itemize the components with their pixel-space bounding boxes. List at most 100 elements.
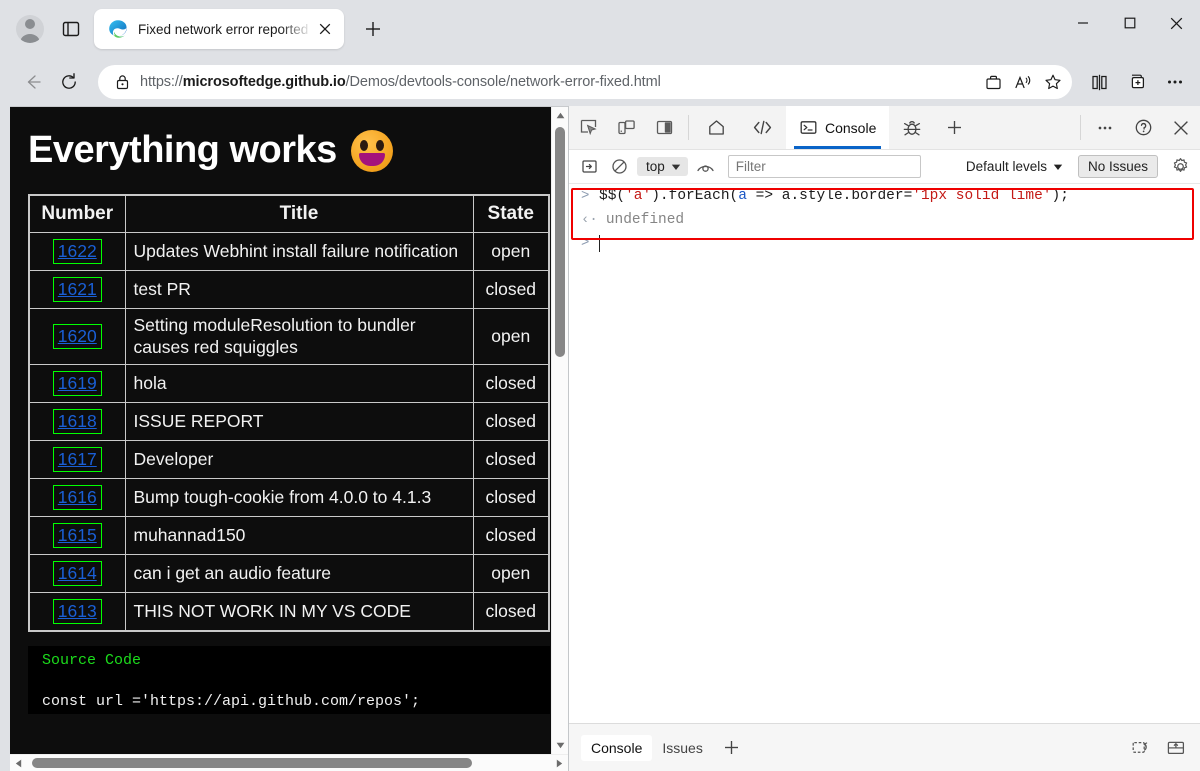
console-filter-input[interactable] (728, 155, 921, 178)
console-result-line: ‹· undefined (569, 208, 1200, 232)
minimize-button[interactable] (1059, 0, 1106, 46)
page-title: Everything works (28, 129, 550, 172)
refresh-icon (59, 72, 79, 92)
close-window-button[interactable] (1153, 0, 1200, 46)
collections-icon[interactable] (978, 68, 1008, 96)
issue-number-link[interactable]: 1614 (53, 561, 102, 586)
clear-console-icon[interactable] (605, 155, 633, 179)
issues-table: Number Title State 1622 Updates Webhint … (28, 194, 550, 632)
issue-number-link[interactable]: 1622 (53, 239, 102, 264)
settings-more-icon[interactable] (1158, 65, 1192, 99)
scroll-left-arrow-icon[interactable] (10, 755, 27, 771)
devtools-tab-elements[interactable] (739, 106, 786, 149)
console-output-prompt: ‹· (581, 211, 598, 230)
issue-number-link[interactable]: 1618 (53, 409, 102, 434)
scrollbar-thumb[interactable] (32, 758, 472, 768)
issue-title: Setting moduleResolution to bundler caus… (125, 309, 473, 365)
table-row: 1614 can i get an audio feature open (29, 555, 549, 593)
devtools-tab-home[interactable] (694, 106, 739, 149)
devtools-tab-console[interactable]: Console (786, 106, 889, 149)
back-arrow-icon (23, 72, 43, 92)
issue-number-link[interactable]: 1619 (53, 371, 102, 396)
edge-logo-icon (108, 19, 128, 39)
scroll-down-arrow-icon[interactable] (552, 737, 568, 754)
new-tab-button[interactable] (356, 12, 390, 46)
page-vertical-scrollbar[interactable] (551, 107, 568, 754)
chevron-down-icon (1053, 163, 1063, 171)
home-icon (707, 118, 726, 137)
live-expression-icon[interactable] (692, 155, 720, 179)
plus-icon (364, 20, 382, 38)
refresh-button[interactable] (52, 65, 86, 99)
devtools-tab-console-label: Console (825, 120, 876, 136)
device-emulation-icon[interactable] (609, 111, 643, 144)
back-button[interactable] (16, 65, 50, 99)
column-header-title: Title (125, 195, 473, 233)
tab-close-button[interactable] (312, 16, 338, 42)
profile-button[interactable] (10, 9, 50, 49)
console-input-prompt: > (581, 187, 591, 206)
read-aloud-icon[interactable] (1008, 68, 1038, 96)
console-sidebar-icon[interactable] (575, 155, 603, 179)
log-levels-dropdown[interactable]: Default levels (960, 157, 1069, 176)
dock-side-icon[interactable] (647, 111, 681, 144)
inspect-element-icon[interactable] (571, 111, 605, 144)
log-levels-label: Default levels (966, 159, 1047, 174)
maximize-button[interactable] (1106, 0, 1153, 46)
scroll-up-arrow-icon[interactable] (552, 107, 568, 124)
address-bar[interactable]: https://microsoftedge.github.io/Demos/de… (98, 65, 1072, 99)
page-horizontal-scrollbar[interactable] (10, 754, 568, 771)
tab-strip: Fixed network error reported in C (0, 0, 1200, 58)
tab-actions-button[interactable] (54, 12, 88, 46)
plus-icon (946, 119, 963, 136)
split-screen-icon[interactable] (1082, 65, 1116, 99)
issue-number-link[interactable]: 1616 (53, 485, 102, 510)
issue-number-link[interactable]: 1613 (53, 599, 102, 624)
dock-drawer-icon[interactable] (1160, 734, 1192, 762)
issue-state: open (473, 309, 549, 365)
issue-state: closed (473, 403, 549, 441)
grinning-face-emoji (351, 130, 393, 172)
column-header-state: State (473, 195, 549, 233)
issue-title: can i get an audio feature (125, 555, 473, 593)
devtools-add-tab-button[interactable] (937, 111, 971, 144)
close-icon (319, 23, 331, 35)
add-collection-icon[interactable] (1120, 65, 1154, 99)
issue-title: test PR (125, 271, 473, 309)
refresh-drawer-icon[interactable] (1124, 734, 1156, 762)
site-info-lock-icon[interactable] (112, 74, 132, 90)
table-row: 1615 muhannad150 closed (29, 517, 549, 555)
help-icon[interactable] (1126, 111, 1160, 144)
issues-status-button[interactable]: No Issues (1078, 155, 1158, 178)
close-devtools-icon[interactable] (1164, 111, 1198, 144)
devtools-tabbar: Console (569, 106, 1200, 150)
source-code-line: const url ='https://api.github.com/repos… (42, 693, 536, 710)
source-code-block: Source Code const url ='https://api.gith… (28, 646, 550, 714)
settings-gear-icon[interactable] (1166, 155, 1194, 179)
table-row: 1617 Developer closed (29, 441, 549, 479)
javascript-context-selector[interactable]: top (637, 157, 688, 176)
issue-title: Bump tough-cookie from 4.0.0 to 4.1.3 (125, 479, 473, 517)
browser-tab[interactable]: Fixed network error reported in C (94, 9, 344, 49)
console-toolbar: top Default levels No Issues (569, 150, 1200, 184)
console-output-area[interactable]: > $$('a').forEach(a => a.style.border='1… (569, 184, 1200, 723)
issue-number-link[interactable]: 1621 (53, 277, 102, 302)
issue-number-link[interactable]: 1617 (53, 447, 102, 472)
table-row: 1620 Setting moduleResolution to bundler… (29, 309, 549, 365)
issue-title: ISSUE REPORT (125, 403, 473, 441)
more-options-icon[interactable] (1088, 111, 1122, 144)
scrollbar-thumb[interactable] (555, 127, 565, 357)
drawer-tab-console[interactable]: Console (581, 735, 652, 761)
drawer-add-tab-button[interactable] (717, 734, 747, 762)
drawer-tab-issues[interactable]: Issues (652, 735, 712, 761)
issue-number-link[interactable]: 1620 (53, 324, 102, 349)
issue-number-link[interactable]: 1615 (53, 523, 102, 548)
issue-state: open (473, 233, 549, 271)
minimize-icon (1077, 17, 1089, 29)
favorite-star-icon[interactable] (1038, 68, 1068, 96)
close-icon (1170, 17, 1183, 30)
scroll-right-arrow-icon[interactable] (551, 755, 568, 771)
devtools-tab-debugger[interactable] (889, 106, 935, 149)
console-prompt-row[interactable]: > (569, 231, 1200, 254)
browser-window: Fixed network error reported in C (0, 0, 1200, 771)
